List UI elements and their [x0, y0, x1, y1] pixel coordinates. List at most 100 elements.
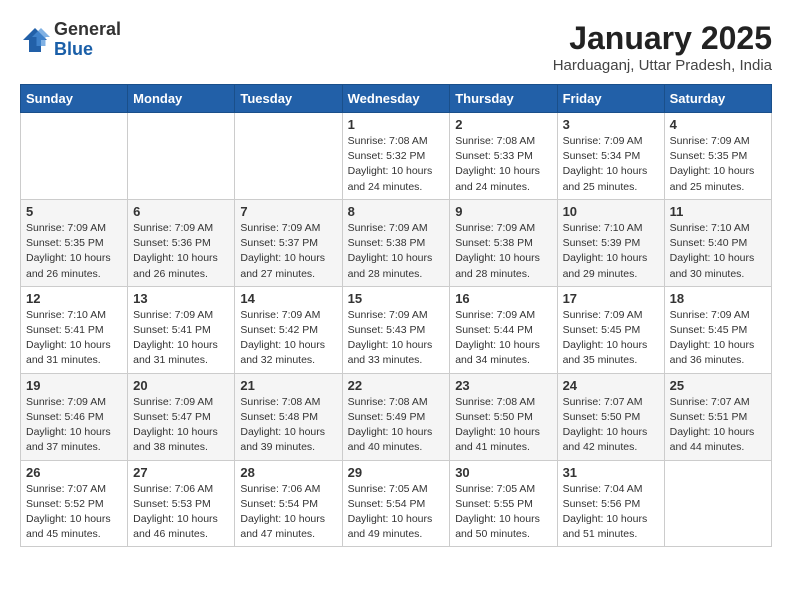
- day-number: 8: [348, 204, 445, 219]
- day-info: Sunrise: 7:09 AM Sunset: 5:38 PM Dayligh…: [455, 221, 551, 282]
- calendar-cell: 11Sunrise: 7:10 AM Sunset: 5:40 PM Dayli…: [664, 199, 771, 286]
- logo: General Blue: [20, 20, 121, 60]
- day-number: 31: [563, 465, 659, 480]
- day-info: Sunrise: 7:09 AM Sunset: 5:34 PM Dayligh…: [563, 134, 659, 195]
- day-info: Sunrise: 7:08 AM Sunset: 5:50 PM Dayligh…: [455, 395, 551, 456]
- day-info: Sunrise: 7:09 AM Sunset: 5:38 PM Dayligh…: [348, 221, 445, 282]
- day-number: 10: [563, 204, 659, 219]
- weekday-header-monday: Monday: [128, 85, 235, 113]
- calendar-cell: 3 Sunrise: 7:09 AM Sunset: 5:34 PM Daylig…: [557, 113, 664, 200]
- day-number: 14: [240, 291, 336, 306]
- day-info: Sunrise: 7:04 AM Sunset: 5:56 PM Dayligh…: [563, 482, 659, 543]
- calendar-cell: [664, 460, 771, 547]
- day-number: 23: [455, 378, 551, 393]
- day-info: Sunrise: 7:05 AM Sunset: 5:54 PM Dayligh…: [348, 482, 445, 543]
- calendar-cell: 27 Sunrise: 7:06 AM Sunset: 5:53 PM Dayli…: [128, 460, 235, 547]
- day-number: 30: [455, 465, 551, 480]
- calendar-cell: 13 Sunrise: 7:09 AM Sunset: 5:41 PM Dayli…: [128, 286, 235, 373]
- day-number: 28: [240, 465, 336, 480]
- day-info: Sunrise: 7:09 AM Sunset: 5:44 PM Dayligh…: [455, 308, 551, 369]
- day-info: Sunrise: 7:07 AM Sunset: 5:51 PM Dayligh…: [670, 395, 766, 456]
- calendar-cell: 31 Sunrise: 7:04 AM Sunset: 5:56 PM Dayli…: [557, 460, 664, 547]
- calendar-cell: 23 Sunrise: 7:08 AM Sunset: 5:50 PM Dayli…: [450, 373, 557, 460]
- calendar-cell: 29 Sunrise: 7:05 AM Sunset: 5:54 PM Dayli…: [342, 460, 450, 547]
- weekday-header-sunday: Sunday: [21, 85, 128, 113]
- week-row-2: 5 Sunrise: 7:09 AM Sunset: 5:35 PM Daylig…: [21, 199, 772, 286]
- day-info: Sunrise: 7:07 AM Sunset: 5:52 PM Dayligh…: [26, 482, 122, 543]
- calendar-cell: 12 Sunrise: 7:10 AM Sunset: 5:41 PM Dayli…: [21, 286, 128, 373]
- calendar-cell: 16 Sunrise: 7:09 AM Sunset: 5:44 PM Dayli…: [450, 286, 557, 373]
- week-row-4: 19Sunrise: 7:09 AM Sunset: 5:46 PM Dayli…: [21, 373, 772, 460]
- page-header: General Blue January 2025 Harduaganj, Ut…: [20, 20, 772, 74]
- calendar-cell: 18 Sunrise: 7:09 AM Sunset: 5:45 PM Dayli…: [664, 286, 771, 373]
- calendar-cell: 5 Sunrise: 7:09 AM Sunset: 5:35 PM Daylig…: [21, 199, 128, 286]
- calendar-cell: 28 Sunrise: 7:06 AM Sunset: 5:54 PM Dayli…: [235, 460, 342, 547]
- weekday-header-wednesday: Wednesday: [342, 85, 450, 113]
- day-number: 3: [563, 117, 659, 132]
- calendar-cell: 19Sunrise: 7:09 AM Sunset: 5:46 PM Dayli…: [21, 373, 128, 460]
- day-info: Sunrise: 7:09 AM Sunset: 5:37 PM Dayligh…: [240, 221, 336, 282]
- day-number: 22: [348, 378, 445, 393]
- day-number: 29: [348, 465, 445, 480]
- day-info: Sunrise: 7:09 AM Sunset: 5:36 PM Dayligh…: [133, 221, 229, 282]
- calendar-cell: [21, 113, 128, 200]
- day-info: Sunrise: 7:08 AM Sunset: 5:48 PM Dayligh…: [240, 395, 336, 456]
- week-row-5: 26 Sunrise: 7:07 AM Sunset: 5:52 PM Dayli…: [21, 460, 772, 547]
- day-number: 20: [133, 378, 229, 393]
- day-info: Sunrise: 7:10 AM Sunset: 5:41 PM Dayligh…: [26, 308, 122, 369]
- calendar-cell: 7 Sunrise: 7:09 AM Sunset: 5:37 PM Daylig…: [235, 199, 342, 286]
- day-number: 13: [133, 291, 229, 306]
- calendar-cell: 17 Sunrise: 7:09 AM Sunset: 5:45 PM Dayli…: [557, 286, 664, 373]
- calendar-cell: 2 Sunrise: 7:08 AM Sunset: 5:33 PM Daylig…: [450, 113, 557, 200]
- weekday-header-thursday: Thursday: [450, 85, 557, 113]
- day-number: 7: [240, 204, 336, 219]
- day-number: 9: [455, 204, 551, 219]
- weekday-header-row: SundayMondayTuesdayWednesdayThursdayFrid…: [21, 85, 772, 113]
- day-info: Sunrise: 7:09 AM Sunset: 5:35 PM Dayligh…: [670, 134, 766, 195]
- day-info: Sunrise: 7:09 AM Sunset: 5:45 PM Dayligh…: [563, 308, 659, 369]
- day-info: Sunrise: 7:08 AM Sunset: 5:32 PM Dayligh…: [348, 134, 445, 195]
- day-number: 27: [133, 465, 229, 480]
- day-info: Sunrise: 7:08 AM Sunset: 5:33 PM Dayligh…: [455, 134, 551, 195]
- weekday-header-friday: Friday: [557, 85, 664, 113]
- weekday-header-tuesday: Tuesday: [235, 85, 342, 113]
- day-number: 2: [455, 117, 551, 132]
- day-info: Sunrise: 7:08 AM Sunset: 5:49 PM Dayligh…: [348, 395, 445, 456]
- week-row-1: 1 Sunrise: 7:08 AM Sunset: 5:32 PM Daylig…: [21, 113, 772, 200]
- day-info: Sunrise: 7:06 AM Sunset: 5:53 PM Dayligh…: [133, 482, 229, 543]
- day-number: 6: [133, 204, 229, 219]
- day-number: 19: [26, 378, 122, 393]
- day-info: Sunrise: 7:09 AM Sunset: 5:35 PM Dayligh…: [26, 221, 122, 282]
- day-info: Sunrise: 7:09 AM Sunset: 5:41 PM Dayligh…: [133, 308, 229, 369]
- day-number: 12: [26, 291, 122, 306]
- calendar-cell: 6 Sunrise: 7:09 AM Sunset: 5:36 PM Daylig…: [128, 199, 235, 286]
- day-number: 5: [26, 204, 122, 219]
- calendar-cell: 14Sunrise: 7:09 AM Sunset: 5:42 PM Dayli…: [235, 286, 342, 373]
- calendar-cell: 25Sunrise: 7:07 AM Sunset: 5:51 PM Dayli…: [664, 373, 771, 460]
- day-info: Sunrise: 7:09 AM Sunset: 5:45 PM Dayligh…: [670, 308, 766, 369]
- calendar-cell: 21 Sunrise: 7:08 AM Sunset: 5:48 PM Dayli…: [235, 373, 342, 460]
- calendar-cell: 30 Sunrise: 7:05 AM Sunset: 5:55 PM Dayli…: [450, 460, 557, 547]
- logo-general: General: [54, 20, 121, 40]
- day-number: 18: [670, 291, 766, 306]
- day-number: 11: [670, 204, 766, 219]
- calendar-cell: 8 Sunrise: 7:09 AM Sunset: 5:38 PM Daylig…: [342, 199, 450, 286]
- day-info: Sunrise: 7:07 AM Sunset: 5:50 PM Dayligh…: [563, 395, 659, 456]
- day-number: 1: [348, 117, 445, 132]
- calendar-cell: 20Sunrise: 7:09 AM Sunset: 5:47 PM Dayli…: [128, 373, 235, 460]
- calendar-cell: [128, 113, 235, 200]
- day-number: 17: [563, 291, 659, 306]
- calendar-cell: 24Sunrise: 7:07 AM Sunset: 5:50 PM Dayli…: [557, 373, 664, 460]
- logo-blue: Blue: [54, 40, 121, 60]
- day-number: 16: [455, 291, 551, 306]
- calendar-cell: 15 Sunrise: 7:09 AM Sunset: 5:43 PM Dayli…: [342, 286, 450, 373]
- day-number: 26: [26, 465, 122, 480]
- calendar-table: SundayMondayTuesdayWednesdayThursdayFrid…: [20, 84, 772, 547]
- day-number: 15: [348, 291, 445, 306]
- day-info: Sunrise: 7:10 AM Sunset: 5:39 PM Dayligh…: [563, 221, 659, 282]
- day-info: Sunrise: 7:05 AM Sunset: 5:55 PM Dayligh…: [455, 482, 551, 543]
- day-info: Sunrise: 7:06 AM Sunset: 5:54 PM Dayligh…: [240, 482, 336, 543]
- calendar-cell: [235, 113, 342, 200]
- day-number: 21: [240, 378, 336, 393]
- day-info: Sunrise: 7:09 AM Sunset: 5:43 PM Dayligh…: [348, 308, 445, 369]
